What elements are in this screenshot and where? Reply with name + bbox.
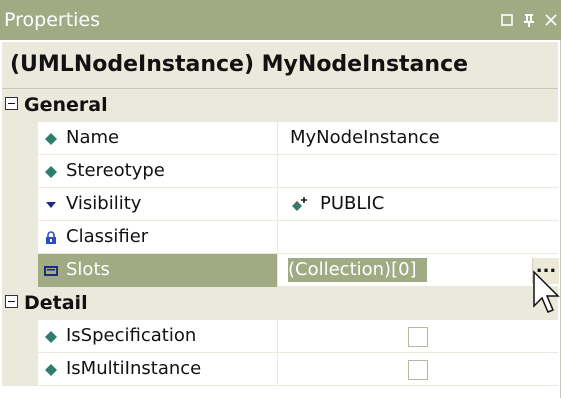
property-label: Visibility bbox=[66, 193, 142, 214]
collapse-icon[interactable] bbox=[5, 295, 18, 308]
property-value-cell[interactable] bbox=[278, 353, 558, 386]
property-value-cell[interactable]: PUBLIC bbox=[278, 188, 558, 221]
row-gutter bbox=[2, 155, 38, 188]
panel-title: Properties bbox=[4, 9, 101, 31]
property-value-editor[interactable]: (Collection)[0] bbox=[288, 258, 427, 282]
property-value[interactable]: PUBLIC bbox=[320, 193, 384, 214]
property-row-slots[interactable]: Slots (Collection)[0] ... bbox=[2, 254, 559, 287]
diamond-icon bbox=[44, 329, 58, 343]
property-value-cell[interactable]: MyNodeInstance bbox=[278, 122, 558, 155]
property-row-ismultiinstance[interactable]: IsMultiInstance bbox=[2, 353, 558, 386]
collapse-icon[interactable] bbox=[5, 97, 18, 110]
property-row-name[interactable]: Name MyNodeInstance bbox=[2, 122, 558, 155]
diamond-icon bbox=[44, 164, 58, 178]
property-value-cell[interactable] bbox=[278, 221, 558, 254]
pin-icon[interactable] bbox=[521, 12, 537, 28]
checkbox[interactable] bbox=[408, 360, 428, 380]
public-visibility-icon bbox=[290, 195, 310, 215]
collection-icon bbox=[44, 263, 58, 277]
property-value-cell[interactable] bbox=[278, 320, 558, 353]
diamond-icon bbox=[44, 131, 58, 145]
property-row-isspecification[interactable]: IsSpecification bbox=[2, 320, 558, 353]
category-detail[interactable]: Detail bbox=[2, 287, 558, 320]
property-label: IsSpecification bbox=[66, 325, 197, 346]
properties-panel: Properties (UMLNodeInstance) MyNodeInsta… bbox=[0, 0, 561, 398]
category-general[interactable]: General bbox=[2, 89, 558, 122]
row-gutter bbox=[2, 188, 38, 221]
property-value[interactable]: MyNodeInstance bbox=[290, 127, 440, 148]
selected-object-header: (UMLNodeInstance) MyNodeInstance bbox=[2, 42, 558, 89]
diamond-icon bbox=[44, 362, 58, 376]
lock-icon bbox=[44, 230, 58, 244]
row-gutter bbox=[2, 353, 38, 386]
mouse-cursor-icon bbox=[530, 270, 560, 320]
property-label: Stereotype bbox=[66, 160, 165, 181]
down-triangle-icon bbox=[44, 197, 58, 211]
close-icon[interactable] bbox=[543, 12, 559, 28]
selected-object-title: (UMLNodeInstance) MyNodeInstance bbox=[10, 52, 469, 77]
property-value-cell[interactable]: (Collection)[0] ... bbox=[278, 254, 559, 287]
category-label: Detail bbox=[24, 292, 88, 314]
property-row-stereotype[interactable]: Stereotype bbox=[2, 155, 558, 188]
panel-titlebar[interactable]: Properties bbox=[0, 0, 561, 40]
row-gutter bbox=[2, 221, 38, 254]
row-gutter bbox=[2, 122, 38, 155]
property-grid: General Name MyNodeInstance Stereotype V… bbox=[2, 89, 559, 398]
category-label: General bbox=[24, 94, 108, 116]
property-value-cell[interactable] bbox=[278, 155, 558, 188]
property-label: Classifier bbox=[66, 226, 149, 247]
property-label: Name bbox=[66, 127, 120, 148]
property-label: IsMultiInstance bbox=[66, 358, 202, 379]
row-gutter bbox=[2, 254, 38, 287]
property-label: Slots bbox=[66, 259, 110, 280]
property-row-visibility[interactable]: Visibility PUBLIC bbox=[2, 188, 558, 221]
checkbox[interactable] bbox=[408, 327, 428, 347]
property-row-classifier[interactable]: Classifier bbox=[2, 221, 558, 254]
property-value[interactable]: (Collection)[0] bbox=[288, 259, 417, 280]
row-gutter bbox=[2, 320, 38, 353]
restore-icon[interactable] bbox=[499, 12, 515, 28]
